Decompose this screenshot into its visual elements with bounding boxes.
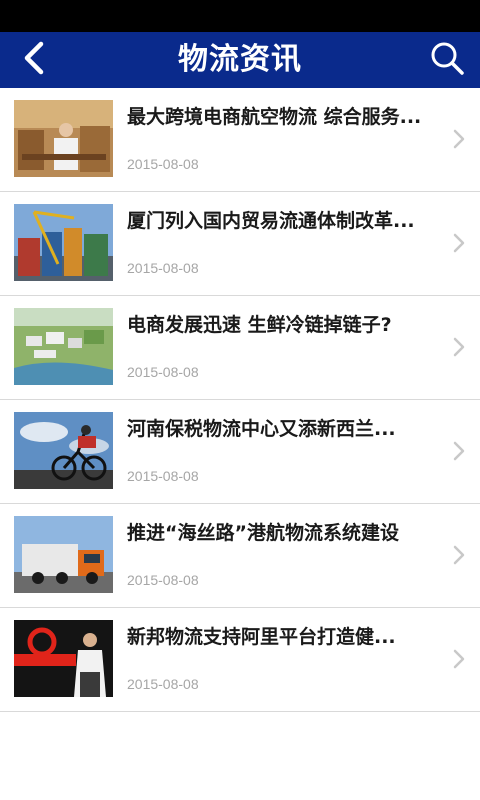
news-date: 2015-08-08 [127,676,199,692]
news-item[interactable]: 新邦物流支持阿里平台打造健... 2015-08-08 [0,608,480,712]
news-thumbnail [14,100,113,177]
news-thumbnail [14,516,113,593]
chevron-right-icon [452,648,466,670]
chevron-right-icon [452,128,466,150]
page-title: 物流资讯 [178,42,302,77]
news-thumbnail [14,412,113,489]
news-item[interactable]: 最大跨境电商航空物流 综合服务... 2015-08-08 [0,88,480,192]
news-item[interactable]: 推进“海丝路”港航物流系统建设 2015-08-08 [0,504,480,608]
news-date: 2015-08-08 [127,156,199,172]
app-bar: 物流资讯 [0,32,480,88]
news-title: 最大跨境电商航空物流 综合服务... [127,106,422,128]
search-icon [429,40,465,80]
news-item[interactable]: 电商发展迅速 生鲜冷链掉链子? 2015-08-08 [0,296,480,400]
news-item[interactable]: 河南保税物流中心又添新西兰... 2015-08-08 [0,400,480,504]
news-date: 2015-08-08 [127,572,199,588]
search-button[interactable] [424,38,470,82]
back-button[interactable] [12,38,56,82]
news-thumbnail [14,620,113,697]
news-title: 河南保税物流中心又添新西兰... [127,418,396,440]
news-title: 电商发展迅速 生鲜冷链掉链子? [127,314,392,336]
news-item[interactable]: 厦门列入国内贸易流通体制改革... 2015-08-08 [0,192,480,296]
chevron-right-icon [452,232,466,254]
chevron-left-icon [22,41,46,79]
news-title: 推进“海丝路”港航物流系统建设 [127,522,399,544]
status-bar [0,0,480,32]
news-date: 2015-08-08 [127,364,199,380]
news-date: 2015-08-08 [127,468,199,484]
news-thumbnail [14,308,113,385]
chevron-right-icon [452,440,466,462]
news-list: 最大跨境电商航空物流 综合服务... 2015-08-08 厦门列入国内贸易流通… [0,88,480,712]
chevron-right-icon [452,336,466,358]
chevron-right-icon [452,544,466,566]
news-title: 厦门列入国内贸易流通体制改革... [127,210,415,232]
news-thumbnail [14,204,113,281]
news-title: 新邦物流支持阿里平台打造健... [127,626,396,648]
news-date: 2015-08-08 [127,260,199,276]
